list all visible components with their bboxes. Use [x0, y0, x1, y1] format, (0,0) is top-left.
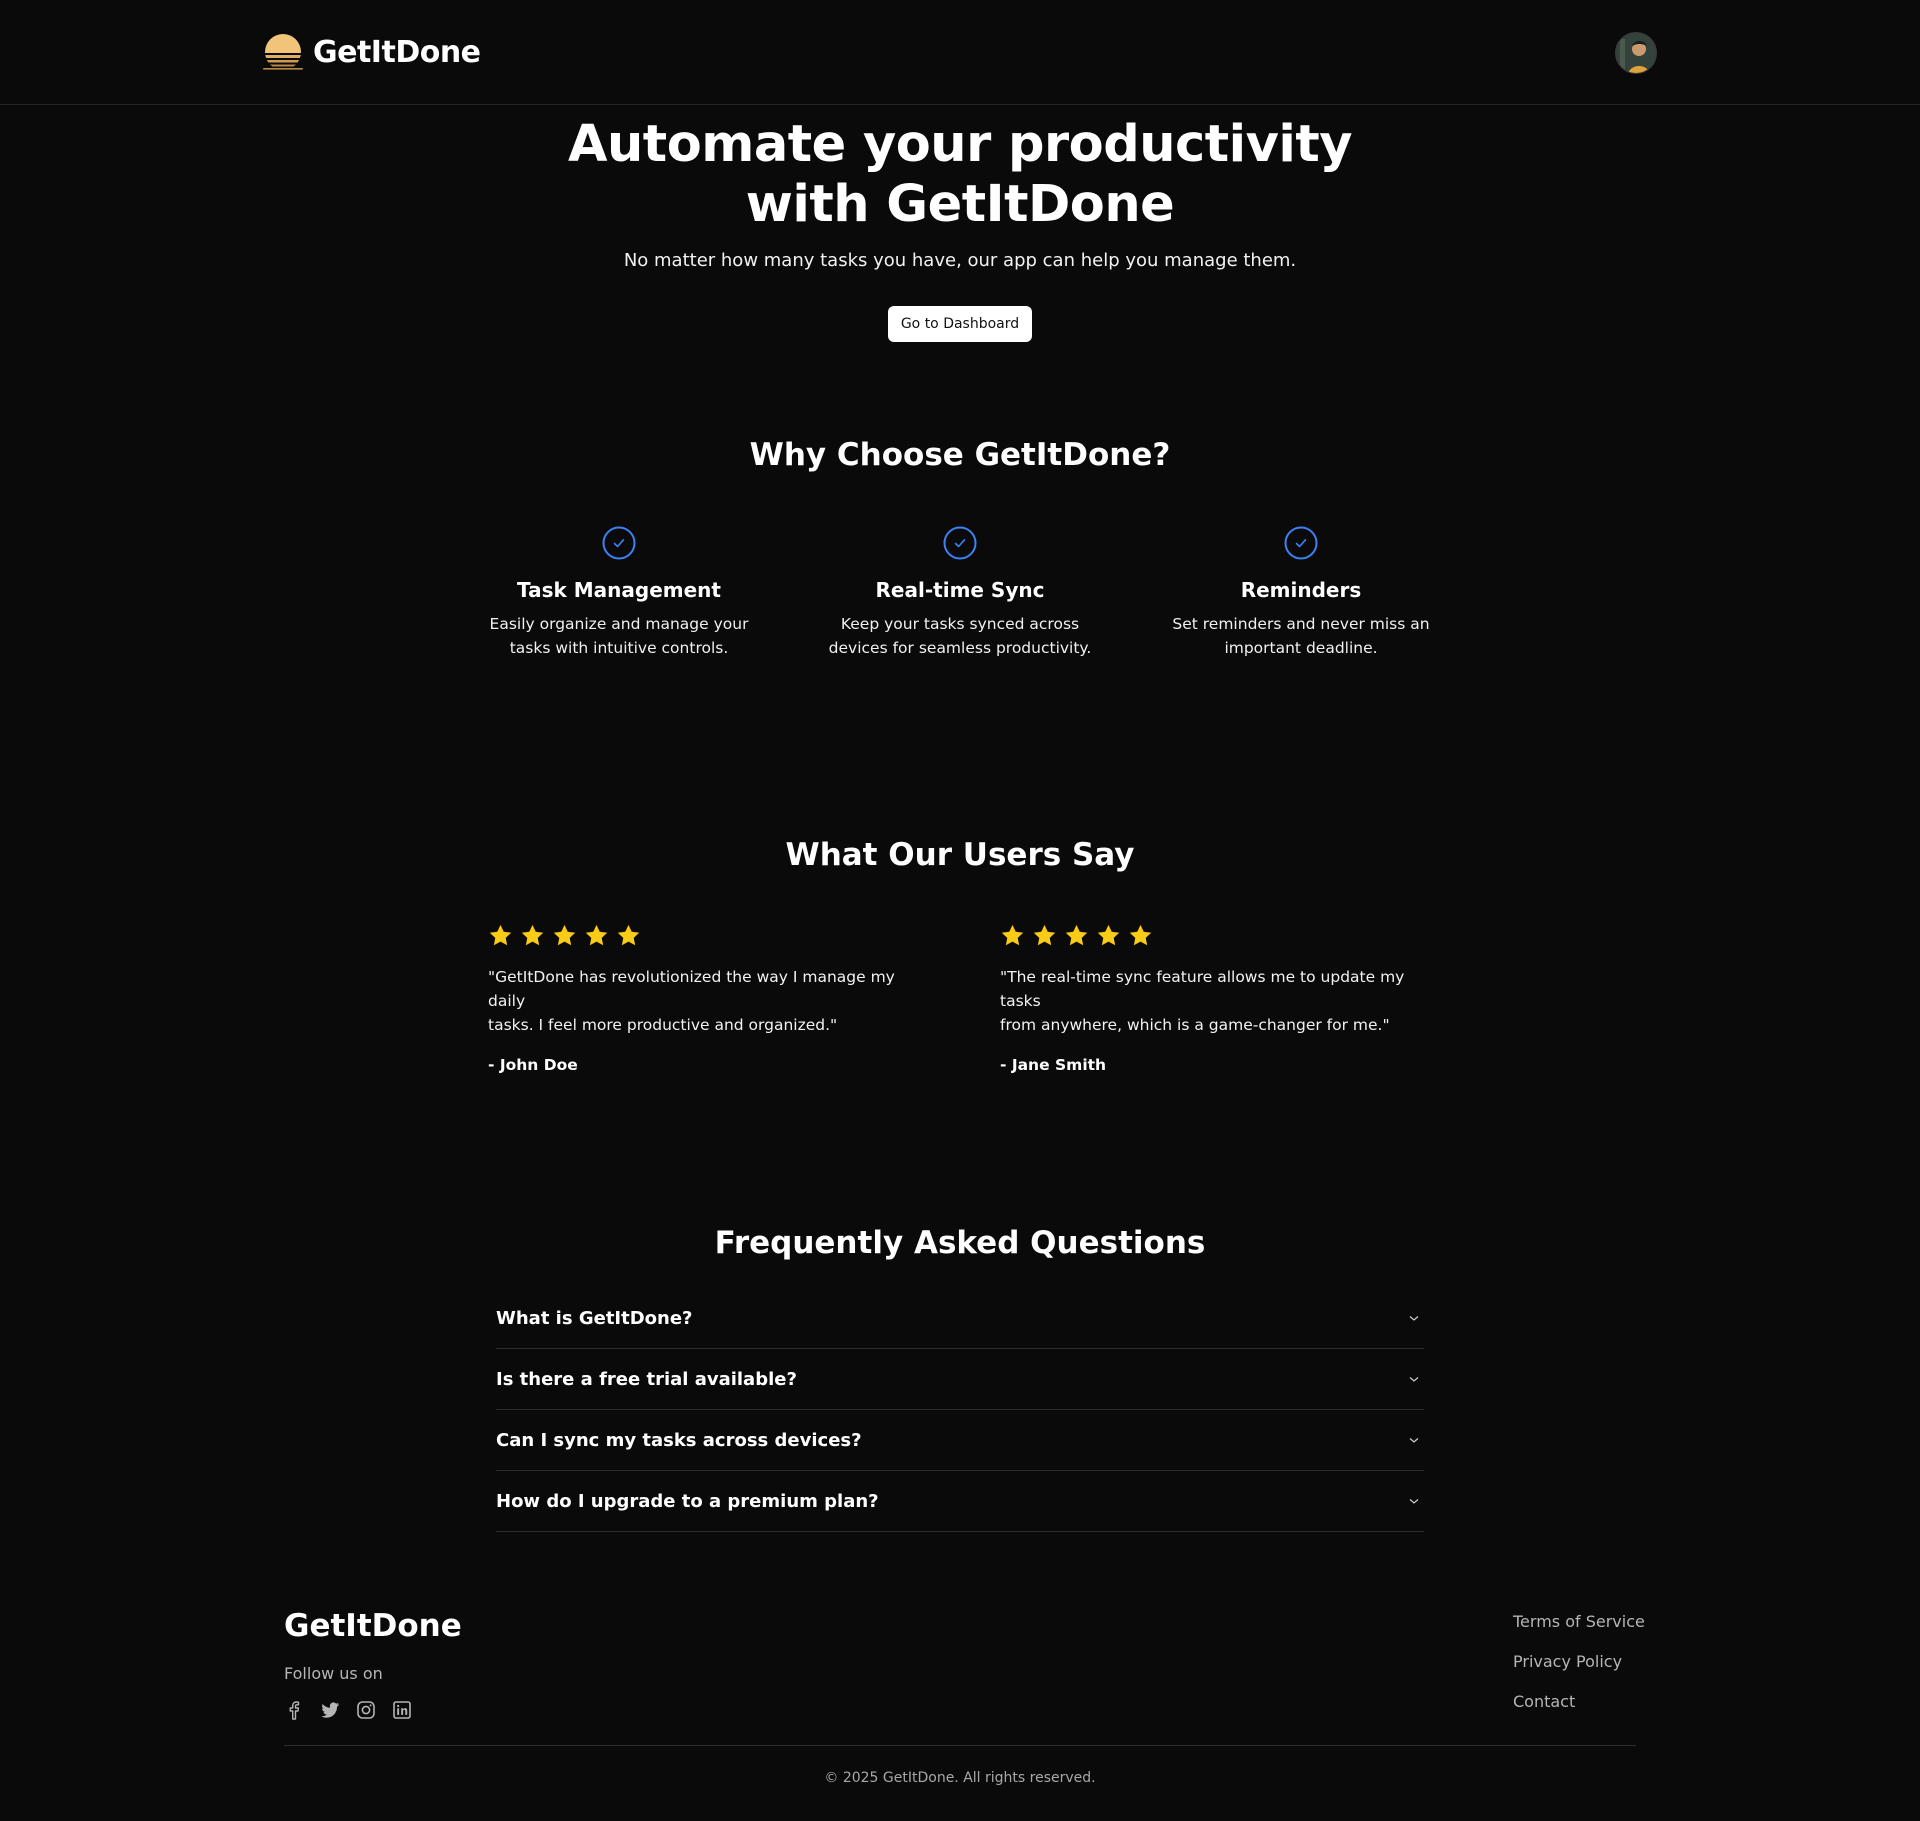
faq-item[interactable]: How do I upgrade to a premium plan?: [496, 1471, 1424, 1532]
hero-title-line1: Automate your productivity: [568, 115, 1352, 174]
faq-question: Can I sync my tasks across devices?: [496, 1429, 862, 1451]
star-icon: [1065, 924, 1088, 946]
top-navbar: GetItDone: [0, 0, 1920, 105]
check-circle-icon: [602, 526, 636, 560]
testimonials-title: What Our Users Say: [785, 837, 1135, 873]
brand-link[interactable]: GetItDone: [263, 31, 481, 73]
star-icon: [1097, 924, 1120, 946]
hero-title: Automate your productivity with GetItDon…: [0, 115, 1920, 235]
footer-brand: GetItDone: [284, 1608, 462, 1644]
testimonial-quote: "GetItDone has revolutionized the way I …: [488, 965, 928, 1037]
facebook-icon[interactable]: [284, 1700, 304, 1720]
star-icon: [1129, 924, 1152, 946]
star-icon: [1033, 924, 1056, 946]
follow-label: Follow us on: [284, 1664, 383, 1683]
star-icon: [1001, 924, 1024, 946]
privacy-policy-link[interactable]: Privacy Policy: [1513, 1650, 1645, 1674]
features-title: Why Choose GetItDone?: [749, 437, 1171, 473]
footer-links: Terms of Service Privacy Policy Contact: [1513, 1610, 1645, 1730]
user-avatar[interactable]: [1615, 32, 1657, 74]
feature-title: Real-time Sync: [875, 578, 1045, 602]
brand-name: GetItDone: [313, 34, 481, 70]
social-links: [284, 1700, 412, 1720]
star-icon: [553, 924, 576, 946]
quote-line: from anywhere, which is a game-changer f…: [1000, 1016, 1390, 1034]
testimonial-card: "The real-time sync feature allows me to…: [1000, 923, 1440, 1077]
feature-description: Easily organize and manage your tasks wi…: [469, 612, 769, 660]
feature-description: Set reminders and never miss an importan…: [1151, 612, 1451, 660]
star-icon: [489, 924, 512, 946]
testimonial-card: "GetItDone has revolutionized the way I …: [488, 923, 928, 1077]
quote-line: "The real-time sync feature allows me to…: [1000, 968, 1405, 1010]
landing-page: GetItDone Automate your productivity wit…: [0, 0, 1920, 1821]
faq-accordion: What is GetItDone? Is there a free trial…: [496, 1288, 1424, 1532]
hero-title-line2: with GetItDone: [745, 175, 1175, 234]
testimonial-author: - John Doe: [488, 1056, 578, 1074]
chevron-down-icon: [1409, 1316, 1419, 1321]
faq-title: Frequently Asked Questions: [714, 1225, 1206, 1261]
chevron-down-icon: [1409, 1377, 1419, 1382]
feature-card: Task Management Easily organize and mana…: [469, 526, 769, 660]
feature-desc-line: Keep your tasks synced across: [840, 615, 1080, 633]
contact-link[interactable]: Contact: [1513, 1690, 1645, 1714]
quote-line: "GetItDone has revolutionized the way I …: [488, 968, 895, 1010]
star-icon: [585, 924, 608, 946]
feature-title: Reminders: [1240, 578, 1362, 602]
twitter-icon[interactable]: [320, 1700, 340, 1720]
testimonial-quote: "The real-time sync feature allows me to…: [1000, 965, 1440, 1037]
quote-line: tasks. I feel more productive and organi…: [488, 1016, 838, 1034]
testimonial-author: - Jane Smith: [1000, 1056, 1107, 1074]
faq-question: How do I upgrade to a premium plan?: [496, 1490, 879, 1512]
star-rating: [1000, 923, 1440, 949]
feature-card: Reminders Set reminders and never miss a…: [1151, 526, 1451, 660]
feature-title: Task Management: [517, 578, 721, 602]
star-icon: [617, 924, 640, 946]
chevron-down-icon: [1409, 1499, 1419, 1504]
faq-item[interactable]: Is there a free trial available?: [496, 1349, 1424, 1410]
feature-desc-line: tasks with intuitive controls.: [509, 639, 729, 657]
faq-item[interactable]: Can I sync my tasks across devices?: [496, 1410, 1424, 1471]
faq-item[interactable]: What is GetItDone?: [496, 1288, 1424, 1349]
linkedin-icon[interactable]: [392, 1700, 412, 1720]
check-circle-icon: [1284, 526, 1318, 560]
chevron-down-icon: [1409, 1438, 1419, 1443]
check-circle-icon: [943, 526, 977, 560]
feature-desc-line: devices for seamless productivity.: [828, 639, 1092, 657]
copyright: © 2025 GetItDone. All rights reserved.: [824, 1770, 1096, 1786]
avatar-icon: [1616, 33, 1656, 73]
star-rating: [488, 923, 928, 949]
feature-desc-line: important deadline.: [1224, 639, 1378, 657]
feature-description: Keep your tasks synced across devices fo…: [810, 612, 1110, 660]
star-icon: [521, 924, 544, 946]
sunset-stripes-logo-icon: [263, 34, 303, 70]
footer-divider: [284, 1745, 1636, 1746]
faq-question: What is GetItDone?: [496, 1307, 693, 1329]
feature-card: Real-time Sync Keep your tasks synced ac…: [810, 526, 1110, 660]
faq-question: Is there a free trial available?: [496, 1368, 797, 1390]
go-to-dashboard-button[interactable]: Go to Dashboard: [888, 306, 1032, 342]
terms-of-service-link[interactable]: Terms of Service: [1513, 1610, 1645, 1634]
instagram-icon[interactable]: [356, 1700, 376, 1720]
feature-desc-line: Set reminders and never miss an: [1172, 615, 1430, 633]
hero-subtitle: No matter how many tasks you have, our a…: [623, 250, 1297, 271]
feature-desc-line: Easily organize and manage your: [489, 615, 749, 633]
